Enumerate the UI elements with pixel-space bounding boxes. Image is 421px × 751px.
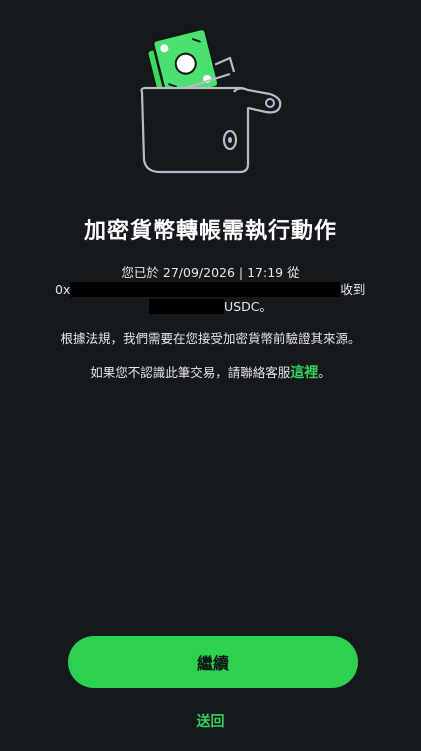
regulation-text: 根據法規，我們需要在您接受加密貨幣前驗證其來源。 [60,331,361,346]
help-text: 如果您不認識此筆交易，請聯絡客服這裡。 [0,362,421,382]
continue-button[interactable]: 繼續 [68,636,358,688]
address-prefix: 0x [55,282,71,297]
redacted-address [70,282,341,297]
received-label: 收到 [340,282,366,297]
currency-suffix: USDC。 [224,299,272,314]
transfer-amount-line: USDC。 [0,296,421,315]
help-text-prefix: 如果您不認識此筆交易，請聯絡客服 [90,365,291,380]
screen: 加密貨幣轉帳需執行動作 您已於 27/09/2026 | 17:19 從 0x 收… [0,0,421,751]
wallet-with-cash-icon [140,27,282,174]
redacted-amount [149,299,225,314]
page-title: 加密貨幣轉帳需執行動作 [83,219,337,244]
back-button[interactable]: 送回 [0,711,421,731]
help-link[interactable]: 這裡 [290,365,318,381]
help-text-suffix: 。 [318,365,331,380]
